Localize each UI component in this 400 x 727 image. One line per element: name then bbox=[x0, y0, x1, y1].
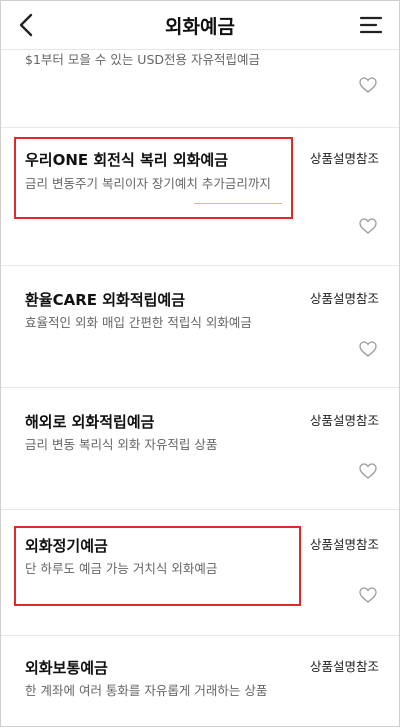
product-name: 우리ONE 회전식 복리 외화예금 bbox=[25, 151, 229, 169]
product-info-link[interactable]: 상품설명참조 bbox=[310, 148, 379, 167]
header: 외화예금 bbox=[1, 1, 399, 50]
product-info-link[interactable]: 상품설명참조 bbox=[310, 410, 379, 429]
product-name: 외화정기예금 bbox=[25, 537, 108, 555]
product-info-link[interactable]: 상품설명참조 bbox=[310, 656, 379, 675]
product-info-link[interactable]: 상품설명참조 bbox=[310, 534, 379, 553]
heart-icon[interactable] bbox=[359, 587, 377, 603]
product-name: 환율CARE 외화적립예금 bbox=[25, 291, 186, 309]
list-item[interactable]: 우리ONE 회전식 복리 외화예금 금리 변동주기 복리이자 장기예치 추가금리… bbox=[1, 127, 399, 266]
heart-icon[interactable] bbox=[359, 77, 377, 93]
list-item[interactable]: 환율CARE 외화적립예금 효율적인 외화 매입 간편한 적립식 외화예금 상품… bbox=[1, 265, 399, 388]
product-description: 효율적인 외화 매입 간편한 적립식 외화예금 bbox=[25, 315, 252, 330]
product-description: 단 하루도 예금 가능 거치식 외화예금 bbox=[25, 561, 218, 576]
heart-icon[interactable] bbox=[359, 341, 377, 357]
list-item[interactable]: 외화정기예금 단 하루도 예금 가능 거치식 외화예금 상품설명참조 bbox=[1, 509, 399, 636]
product-description: 금리 변동 복리식 외화 자유적립 상품 bbox=[25, 437, 218, 452]
product-name: 해외로 외화적립예금 bbox=[25, 413, 155, 431]
list-item[interactable]: 해외로 외화적립예금 금리 변동 복리식 외화 자유적립 상품 상품설명참조 bbox=[1, 387, 399, 510]
product-name: 외화보통예금 bbox=[25, 659, 108, 677]
app-frame: 외화예금 $1부터 모을 수 있는 USD전용 자유적립예금 우리ONE 회전식… bbox=[0, 0, 400, 727]
product-description: 한 계좌에 여러 통화를 자유롭게 거래하는 상품 bbox=[25, 683, 268, 698]
page-title: 외화예금 bbox=[165, 16, 235, 38]
underline-accent bbox=[194, 203, 282, 204]
product-description: 금리 변동주기 복리이자 장기예치 추가금리까지 bbox=[25, 176, 271, 191]
menu-button[interactable] bbox=[355, 9, 387, 41]
heart-icon[interactable] bbox=[359, 218, 377, 234]
heart-icon[interactable] bbox=[359, 463, 377, 479]
list-item[interactable]: 외화보통예금 한 계좌에 여러 통화를 자유롭게 거래하는 상품 상품설명참조 bbox=[1, 635, 399, 726]
list-item[interactable]: $1부터 모을 수 있는 USD전용 자유적립예금 bbox=[1, 49, 399, 128]
menu-lines-icon bbox=[359, 16, 383, 34]
product-description: $1부터 모을 수 있는 USD전용 자유적립예금 bbox=[25, 52, 260, 67]
product-info-link[interactable]: 상품설명참조 bbox=[310, 288, 379, 307]
